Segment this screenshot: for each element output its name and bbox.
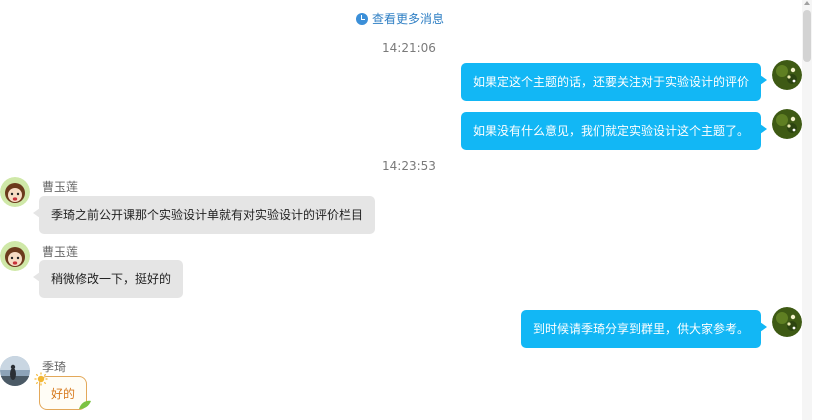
avatar[interactable] xyxy=(0,356,30,386)
view-more-messages-label: 查看更多消息 xyxy=(372,12,445,26)
message-bubble-outgoing[interactable]: 如果定这个主题的话，还要关注对于实验设计的评价 xyxy=(460,63,768,101)
sender-name: 曹玉莲 xyxy=(42,180,79,194)
message-bubble-incoming[interactable]: 季琦之前公开课那个实验设计单就有对实验设计的评价栏目 xyxy=(32,196,376,234)
avatar[interactable] xyxy=(0,241,30,271)
chat-window: 查看更多消息 14:21:06 如果定这个主题的话，还要关注对于实验设计的评价 … xyxy=(0,0,815,420)
scrollbar[interactable] xyxy=(802,0,812,420)
avatar[interactable] xyxy=(0,177,30,207)
scroll-up-arrow-icon[interactable] xyxy=(804,1,810,5)
avatar[interactable] xyxy=(772,307,802,337)
sun-icon xyxy=(34,372,48,386)
clock-icon xyxy=(356,12,368,25)
message-bubble-incoming[interactable]: 稍微修改一下，挺好的 xyxy=(32,260,184,298)
leaf-icon xyxy=(79,400,91,409)
sender-name: 曹玉莲 xyxy=(42,245,79,259)
message-bubble-outgoing[interactable]: 如果没有什么意见，我们就定实验设计这个主题了。 xyxy=(460,112,768,150)
scrollbar-thumb[interactable] xyxy=(803,10,811,62)
view-more-messages-link[interactable]: 查看更多消息 xyxy=(356,10,444,27)
message-bubble-outgoing[interactable]: 到时候请季琦分享到群里，供大家参考。 xyxy=(520,310,768,348)
avatar[interactable] xyxy=(772,60,802,90)
timestamp: 14:23:53 xyxy=(382,159,436,173)
timestamp: 14:21:06 xyxy=(382,41,436,55)
avatar[interactable] xyxy=(772,109,802,139)
